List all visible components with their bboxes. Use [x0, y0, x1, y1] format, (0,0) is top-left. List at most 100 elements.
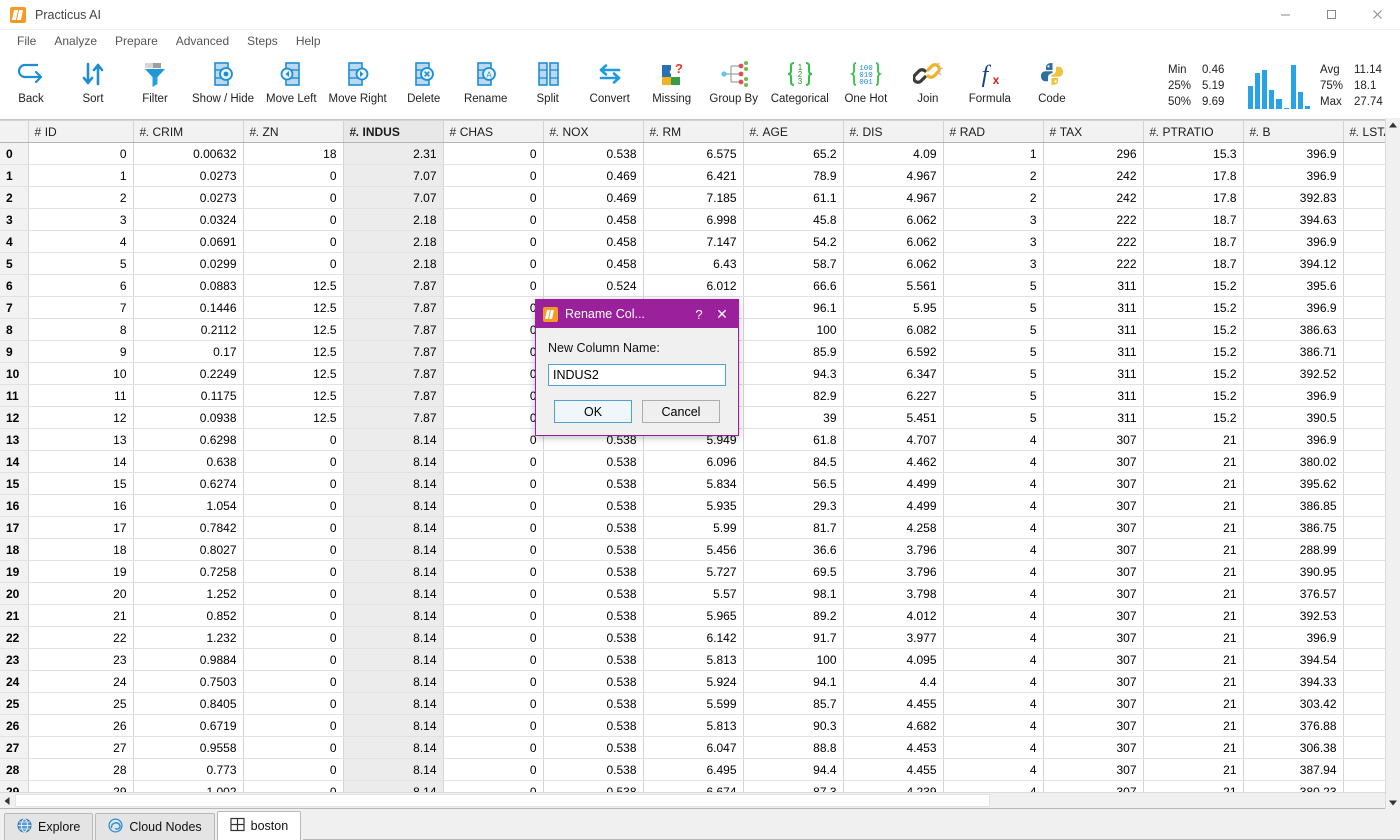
table-cell[interactable]: 0.8027	[133, 539, 243, 561]
table-cell[interactable]: 307	[1043, 737, 1143, 759]
table-cell[interactable]: 15.2	[1143, 297, 1243, 319]
table-cell[interactable]: 69.5	[743, 561, 843, 583]
table-cell[interactable]: 0	[243, 561, 343, 583]
toolbar-button-show-hide[interactable]: Show / Hide	[186, 52, 260, 119]
table-cell[interactable]: 3	[943, 253, 1043, 275]
table-cell[interactable]: 6.495	[643, 759, 743, 781]
row-header-cell[interactable]: 1	[0, 165, 28, 187]
table-cell[interactable]	[1343, 187, 1386, 209]
table-cell[interactable]: 0.7842	[133, 517, 243, 539]
table-cell[interactable]	[1343, 341, 1386, 363]
table-cell[interactable]: 65.2	[743, 143, 843, 165]
table-cell[interactable]: 1.252	[133, 583, 243, 605]
table-cell[interactable]: 396.9	[1243, 627, 1343, 649]
table-cell[interactable]: 12.5	[243, 341, 343, 363]
table-cell[interactable]: 4.462	[843, 451, 943, 473]
table-cell[interactable]: 21	[1143, 759, 1243, 781]
table-cell[interactable]: 0	[443, 781, 543, 793]
table-cell[interactable]: 6.082	[843, 319, 943, 341]
table-cell[interactable]: 0.538	[543, 649, 643, 671]
table-cell[interactable]: 380.23	[1243, 781, 1343, 793]
table-cell[interactable]: 311	[1043, 363, 1143, 385]
table-cell[interactable]: 307	[1043, 693, 1143, 715]
table-row[interactable]: 18180.802708.1400.5385.45636.63.79643072…	[0, 539, 1400, 561]
table-cell[interactable]: 0.538	[543, 759, 643, 781]
table-cell[interactable]: 21	[1143, 517, 1243, 539]
table-cell[interactable]: 15.2	[1143, 407, 1243, 429]
toolbar-button-missing[interactable]: ? Missing	[641, 52, 703, 119]
table-cell[interactable]: 376.88	[1243, 715, 1343, 737]
table-cell[interactable]: 1.054	[133, 495, 243, 517]
table-row[interactable]: 25250.840508.1400.5385.59985.74.45543072…	[0, 693, 1400, 715]
table-cell[interactable]: 0	[443, 715, 543, 737]
table-cell[interactable]	[1343, 781, 1386, 793]
table-cell[interactable]: 4	[28, 231, 133, 253]
table-cell[interactable]: 81.7	[743, 517, 843, 539]
table-row[interactable]: 29291.00208.1400.5386.67487.34.239430721…	[0, 781, 1400, 793]
table-cell[interactable]: 12.5	[243, 297, 343, 319]
table-cell[interactable]: 20	[28, 583, 133, 605]
table-cell[interactable]: 0.538	[543, 737, 643, 759]
table-cell[interactable]: 0	[443, 693, 543, 715]
row-header-cell[interactable]: 5	[0, 253, 28, 275]
table-cell[interactable]: 6.575	[643, 143, 743, 165]
table-cell[interactable]: 5.924	[643, 671, 743, 693]
table-cell[interactable]: 0	[243, 671, 343, 693]
table-cell[interactable]: 4	[943, 737, 1043, 759]
table-cell[interactable]: 396.9	[1243, 385, 1343, 407]
table-cell[interactable]: 392.53	[1243, 605, 1343, 627]
table-cell[interactable]: 98.1	[743, 583, 843, 605]
table-cell[interactable]: 5.813	[643, 649, 743, 671]
table-cell[interactable]: 4.455	[843, 693, 943, 715]
table-cell[interactable]: 296	[1043, 143, 1143, 165]
table-cell[interactable]: 0	[243, 759, 343, 781]
table-cell[interactable]: 8.14	[343, 451, 443, 473]
menu-help[interactable]: Help	[287, 30, 330, 52]
table-cell[interactable]: 85.7	[743, 693, 843, 715]
cancel-button[interactable]: Cancel	[642, 400, 720, 423]
row-header-cell[interactable]: 9	[0, 341, 28, 363]
row-header-cell[interactable]: 11	[0, 385, 28, 407]
table-cell[interactable]: 5.935	[643, 495, 743, 517]
table-cell[interactable]: 0.538	[543, 715, 643, 737]
table-cell[interactable]: 0	[243, 649, 343, 671]
table-cell[interactable]: 0	[243, 517, 343, 539]
tab-boston[interactable]: boston	[217, 811, 302, 840]
table-cell[interactable]: 0.0324	[133, 209, 243, 231]
row-header-cell[interactable]: 7	[0, 297, 28, 319]
row-header-cell[interactable]: 18	[0, 539, 28, 561]
column-header-id[interactable]: #ID	[28, 121, 133, 143]
row-header-cell[interactable]: 24	[0, 671, 28, 693]
toolbar-button-sort[interactable]: Sort	[62, 52, 124, 119]
table-cell[interactable]	[1343, 583, 1386, 605]
table-cell[interactable]: 390.5	[1243, 407, 1343, 429]
table-cell[interactable]: 4	[943, 517, 1043, 539]
table-cell[interactable]: 0.0883	[133, 275, 243, 297]
table-cell[interactable]: 10	[28, 363, 133, 385]
row-header-cell[interactable]: 26	[0, 715, 28, 737]
table-cell[interactable]: 307	[1043, 561, 1143, 583]
toolbar-button-move-left[interactable]: Move Left	[260, 52, 323, 119]
table-cell[interactable]: 6.062	[843, 253, 943, 275]
table-cell[interactable]	[1343, 143, 1386, 165]
table-cell[interactable]: 0.458	[543, 209, 643, 231]
table-cell[interactable]: 0.773	[133, 759, 243, 781]
table-cell[interactable]: 3	[943, 231, 1043, 253]
table-cell[interactable]: 84.5	[743, 451, 843, 473]
horizontal-scroll-track[interactable]	[990, 793, 1400, 808]
table-cell[interactable]: 94.4	[743, 759, 843, 781]
table-cell[interactable]: 4.682	[843, 715, 943, 737]
table-cell[interactable]: 5	[28, 253, 133, 275]
dialog-close-button[interactable]: ✕	[710, 306, 734, 323]
table-cell[interactable]: 0.538	[543, 539, 643, 561]
toolbar-button-delete[interactable]: Delete	[393, 52, 455, 119]
table-row[interactable]: 440.069102.1800.4587.14754.26.062322218.…	[0, 231, 1400, 253]
row-header-cell[interactable]: 8	[0, 319, 28, 341]
column-header-rm[interactable]: #.RM	[643, 121, 743, 143]
table-cell[interactable]: 4.453	[843, 737, 943, 759]
table-cell[interactable]	[1343, 495, 1386, 517]
table-cell[interactable]: 0.0273	[133, 165, 243, 187]
table-cell[interactable]: 2	[28, 187, 133, 209]
table-cell[interactable]: 307	[1043, 473, 1143, 495]
table-cell[interactable]: 4.455	[843, 759, 943, 781]
